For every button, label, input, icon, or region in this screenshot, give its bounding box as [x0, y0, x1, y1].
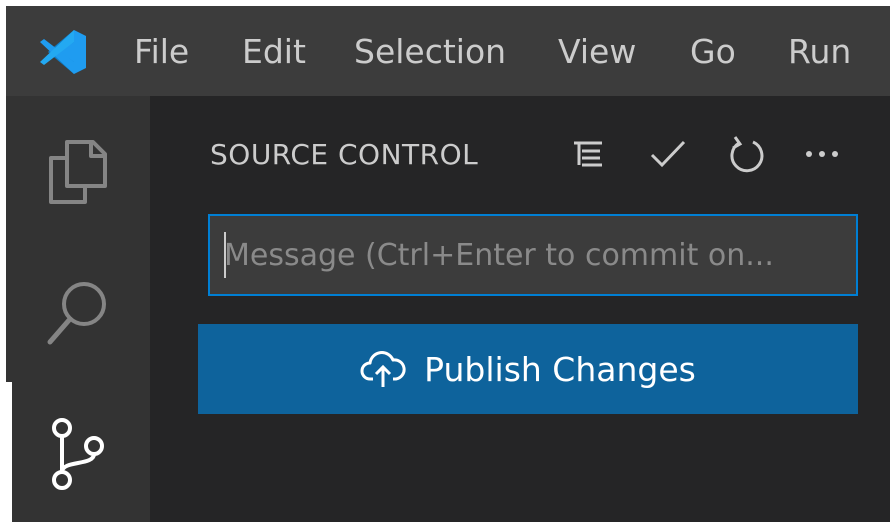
panel-title: SOURCE CONTROL [210, 138, 479, 171]
menu-view[interactable]: View [558, 32, 636, 72]
source-control-panel: SOURCE CONTROL Message (Ctrl+Enter to co… [150, 96, 890, 522]
menu-go[interactable]: Go [690, 32, 736, 72]
commit-message-input[interactable] [208, 214, 858, 296]
panel-actions [566, 132, 856, 176]
publish-changes-button[interactable]: Publish Changes [198, 324, 858, 414]
title-bar: File Edit Selection View Go Run [6, 6, 890, 96]
commit-check-icon [650, 140, 686, 168]
vscode-window: File Edit Selection View Go Run SOURCE C… [0, 6, 890, 528]
publish-button-label: Publish Changes [424, 349, 696, 389]
commit-button[interactable] [646, 132, 690, 176]
refresh-button[interactable] [724, 132, 768, 176]
more-actions-button[interactable] [800, 132, 844, 176]
more-actions-icon [806, 151, 838, 157]
menu-selection[interactable]: Selection [354, 32, 506, 72]
refresh-icon [730, 136, 764, 173]
explorer-files-icon [49, 140, 107, 204]
vscode-logo-icon[interactable] [34, 28, 90, 76]
search-icon [47, 282, 106, 345]
activity-source-control[interactable] [6, 416, 150, 492]
cloud-upload-icon [360, 351, 406, 387]
activity-explorer[interactable] [6, 136, 150, 208]
menu-file[interactable]: File [134, 32, 189, 72]
text-caret [224, 232, 226, 278]
screenshot-edge [0, 382, 12, 528]
activity-search[interactable] [6, 276, 150, 348]
activity-bar [6, 96, 150, 522]
menu-run[interactable]: Run [788, 32, 851, 72]
source-control-icon [52, 418, 104, 490]
view-as-tree-icon [574, 141, 602, 167]
view-as-tree-button[interactable] [566, 132, 610, 176]
menu-edit[interactable]: Edit [242, 32, 306, 72]
